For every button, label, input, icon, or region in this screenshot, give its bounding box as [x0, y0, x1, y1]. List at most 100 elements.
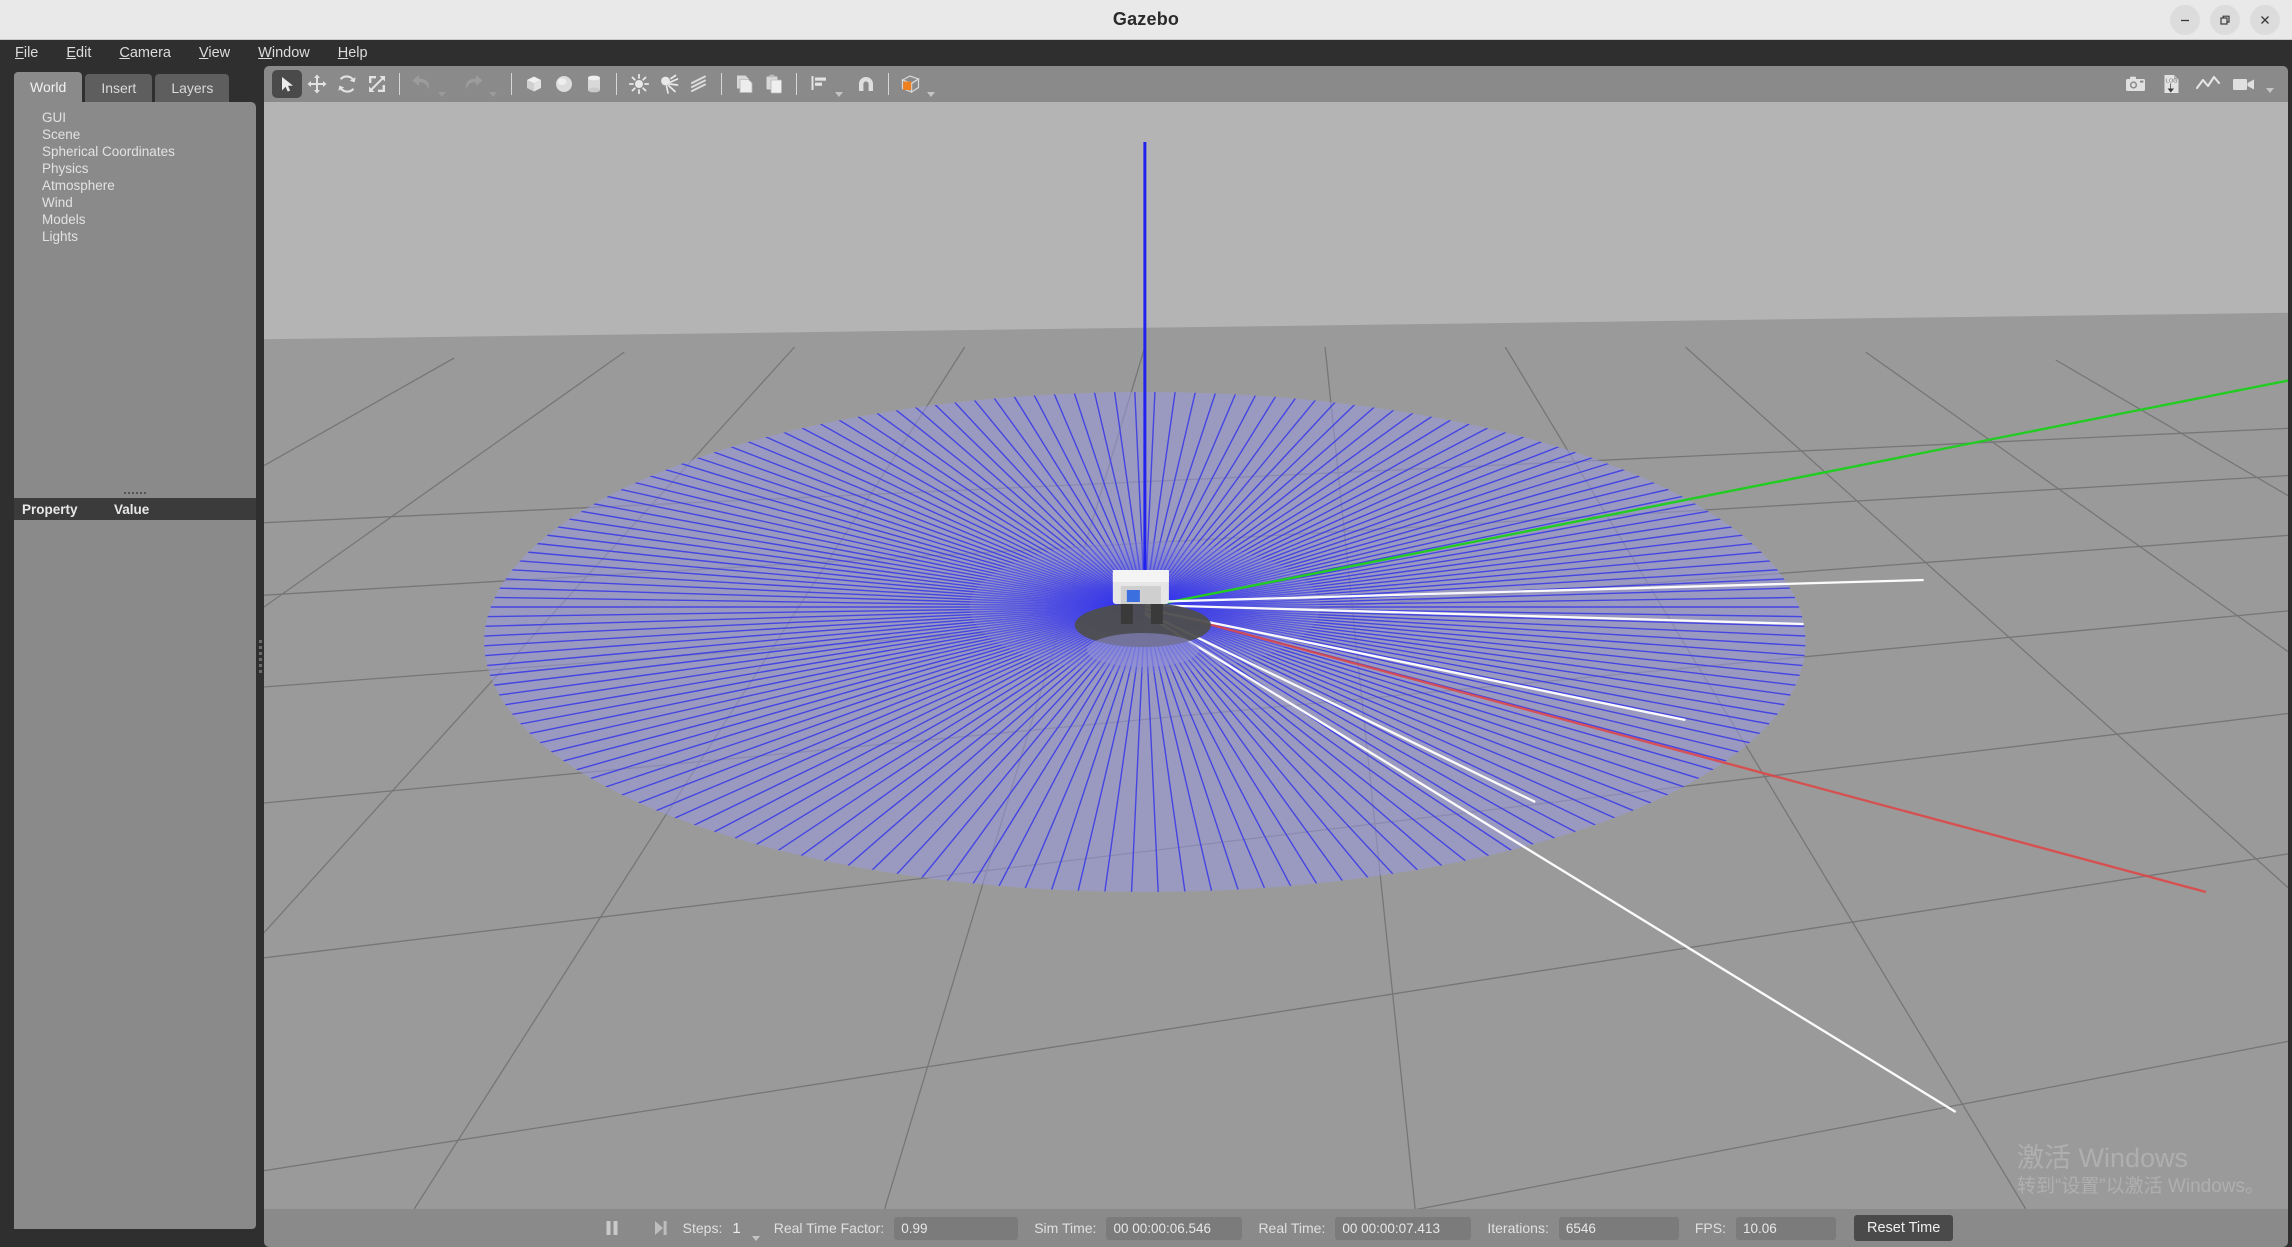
menu-view[interactable]: View: [198, 43, 231, 63]
toolbar-separator-4: [721, 73, 722, 95]
undo-button[interactable]: [407, 70, 437, 98]
align-dropdown-caret-icon[interactable]: [835, 92, 843, 97]
log-download-icon: LOG: [2164, 75, 2179, 93]
render-toolbar: LOG: [264, 66, 2288, 102]
tree-item-scene[interactable]: Scene: [42, 126, 250, 143]
redo-button[interactable]: [458, 70, 488, 98]
menu-help[interactable]: Help: [337, 43, 369, 63]
tree-item-lights[interactable]: Lights: [42, 228, 250, 245]
redo-arrow-icon: [466, 75, 483, 90]
restore-icon: [2220, 15, 2230, 25]
pause-icon: [606, 1221, 618, 1235]
toolbar-separator-5: [796, 73, 797, 95]
real-time-label: Real Time:: [1258, 1220, 1326, 1236]
steps-dropdown-caret-icon[interactable]: [751, 1236, 760, 1241]
tree-item-spherical-coordinates[interactable]: Spherical Coordinates: [42, 143, 250, 160]
step-forward-button[interactable]: [647, 1215, 673, 1241]
magnet-icon: [859, 77, 873, 91]
toolbar-separator: [399, 73, 400, 95]
tree-item-models[interactable]: Models: [42, 211, 250, 228]
insert-box-button[interactable]: [519, 70, 549, 98]
insert-cylinder-button[interactable]: [579, 70, 609, 98]
panel-horizontal-splitter[interactable]: [14, 488, 256, 498]
paste-button[interactable]: [759, 70, 789, 98]
camera-icon: [2126, 76, 2145, 91]
3d-viewport[interactable]: 激活 Windows 转到“设置”以激活 Windows。: [264, 102, 2288, 1209]
tree-item-gui[interactable]: GUI: [42, 109, 250, 126]
tab-layers[interactable]: Layers: [155, 74, 230, 102]
video-record-button[interactable]: [2229, 70, 2259, 98]
main-vertical-splitter[interactable]: [256, 66, 264, 1247]
sim-time-value: 00 00:00:06.546: [1106, 1216, 1243, 1240]
fps-label: FPS:: [1694, 1220, 1726, 1236]
insert-directional-light-button[interactable]: [684, 70, 714, 98]
translate-mode-button[interactable]: [302, 70, 332, 98]
video-record-dropdown-caret-icon[interactable]: [2266, 88, 2274, 93]
directional-light-icon: [691, 75, 706, 92]
fps-value: 10.06: [1735, 1216, 1836, 1240]
menu-file[interactable]: File: [14, 43, 39, 63]
plot-button[interactable]: [2193, 70, 2223, 98]
align-button[interactable]: [804, 70, 834, 98]
view-mode-dropdown-caret-icon[interactable]: [927, 92, 935, 97]
tab-world[interactable]: World: [14, 72, 83, 102]
rotate-icon: [338, 75, 356, 93]
undo-arrow-icon: [412, 75, 429, 90]
statusbar-controls: Steps: 1 Real Time Factor: 0.99 Sim Time…: [599, 1215, 1954, 1241]
step-forward-icon: [654, 1221, 667, 1235]
left-panel: World Insert Layers GUI Scene Spherical …: [0, 66, 256, 1247]
iterations-value: 6546: [1558, 1216, 1679, 1240]
main-body: World Insert Layers GUI Scene Spherical …: [0, 66, 2292, 1247]
column-property: Property: [22, 501, 78, 517]
scale-mode-button[interactable]: [362, 70, 392, 98]
splitter-grip-icon: [124, 492, 146, 494]
tree-item-wind[interactable]: Wind: [42, 194, 250, 211]
world-tree[interactable]: GUI Scene Spherical Coordinates Physics …: [14, 102, 256, 488]
redo-dropdown-caret-icon[interactable]: [489, 92, 497, 97]
steps-value[interactable]: 1: [732, 1220, 740, 1237]
scene-graphics: [264, 142, 2288, 1209]
property-table-body[interactable]: [14, 520, 256, 1229]
window-controls: [2170, 4, 2280, 35]
panel-tabs: World Insert Layers: [14, 72, 256, 102]
render-area: LOG 激活 Windows 转到“设置”以激活 Windows。 Steps:…: [264, 66, 2292, 1247]
insert-sphere-button[interactable]: [549, 70, 579, 98]
insert-spot-light-button[interactable]: [654, 70, 684, 98]
view-mode-button[interactable]: [896, 70, 926, 98]
point-light-icon: [628, 73, 650, 95]
gazebo-window: Gazebo File Edit Camera View Window Help…: [0, 0, 2292, 1247]
window-title: Gazebo: [1112, 9, 1180, 29]
snap-button[interactable]: [851, 70, 881, 98]
maximize-button[interactable]: [2210, 4, 2240, 35]
statusbar: Steps: 1 Real Time Factor: 0.99 Sim Time…: [264, 1209, 2288, 1247]
toolbar-separator-2: [511, 73, 512, 95]
reset-time-button[interactable]: Reset Time: [1853, 1215, 1954, 1241]
property-table-header: Property Value: [14, 498, 256, 520]
tab-insert[interactable]: Insert: [85, 74, 153, 102]
cylinder-icon: [588, 75, 600, 93]
close-button[interactable]: [2250, 4, 2280, 35]
pause-button[interactable]: [599, 1215, 625, 1241]
select-mode-button[interactable]: [272, 70, 302, 98]
tree-item-physics[interactable]: Physics: [42, 160, 250, 177]
copy-button[interactable]: [729, 70, 759, 98]
video-camera-icon: [2233, 79, 2254, 90]
real-time-value: 00 00:00:07.413: [1335, 1216, 1472, 1240]
tree-item-atmosphere[interactable]: Atmosphere: [42, 177, 250, 194]
spot-light-icon: [661, 74, 679, 94]
cursor-arrow-icon: [281, 76, 293, 92]
menu-camera[interactable]: Camera: [118, 43, 172, 63]
copy-icon: [737, 75, 753, 93]
minimize-button[interactable]: [2170, 4, 2200, 35]
column-value: Value: [114, 501, 150, 517]
toolbar-right-group: LOG: [2121, 70, 2274, 98]
insert-point-light-button[interactable]: [624, 70, 654, 98]
rotate-mode-button[interactable]: [332, 70, 362, 98]
undo-dropdown-caret-icon[interactable]: [438, 92, 446, 97]
menu-window[interactable]: Window: [257, 43, 311, 63]
menu-edit[interactable]: Edit: [65, 43, 92, 63]
screenshot-button[interactable]: [2121, 70, 2151, 98]
cube-icon: [527, 76, 541, 92]
align-icon: [811, 76, 826, 90]
log-record-button[interactable]: LOG: [2157, 70, 2187, 98]
